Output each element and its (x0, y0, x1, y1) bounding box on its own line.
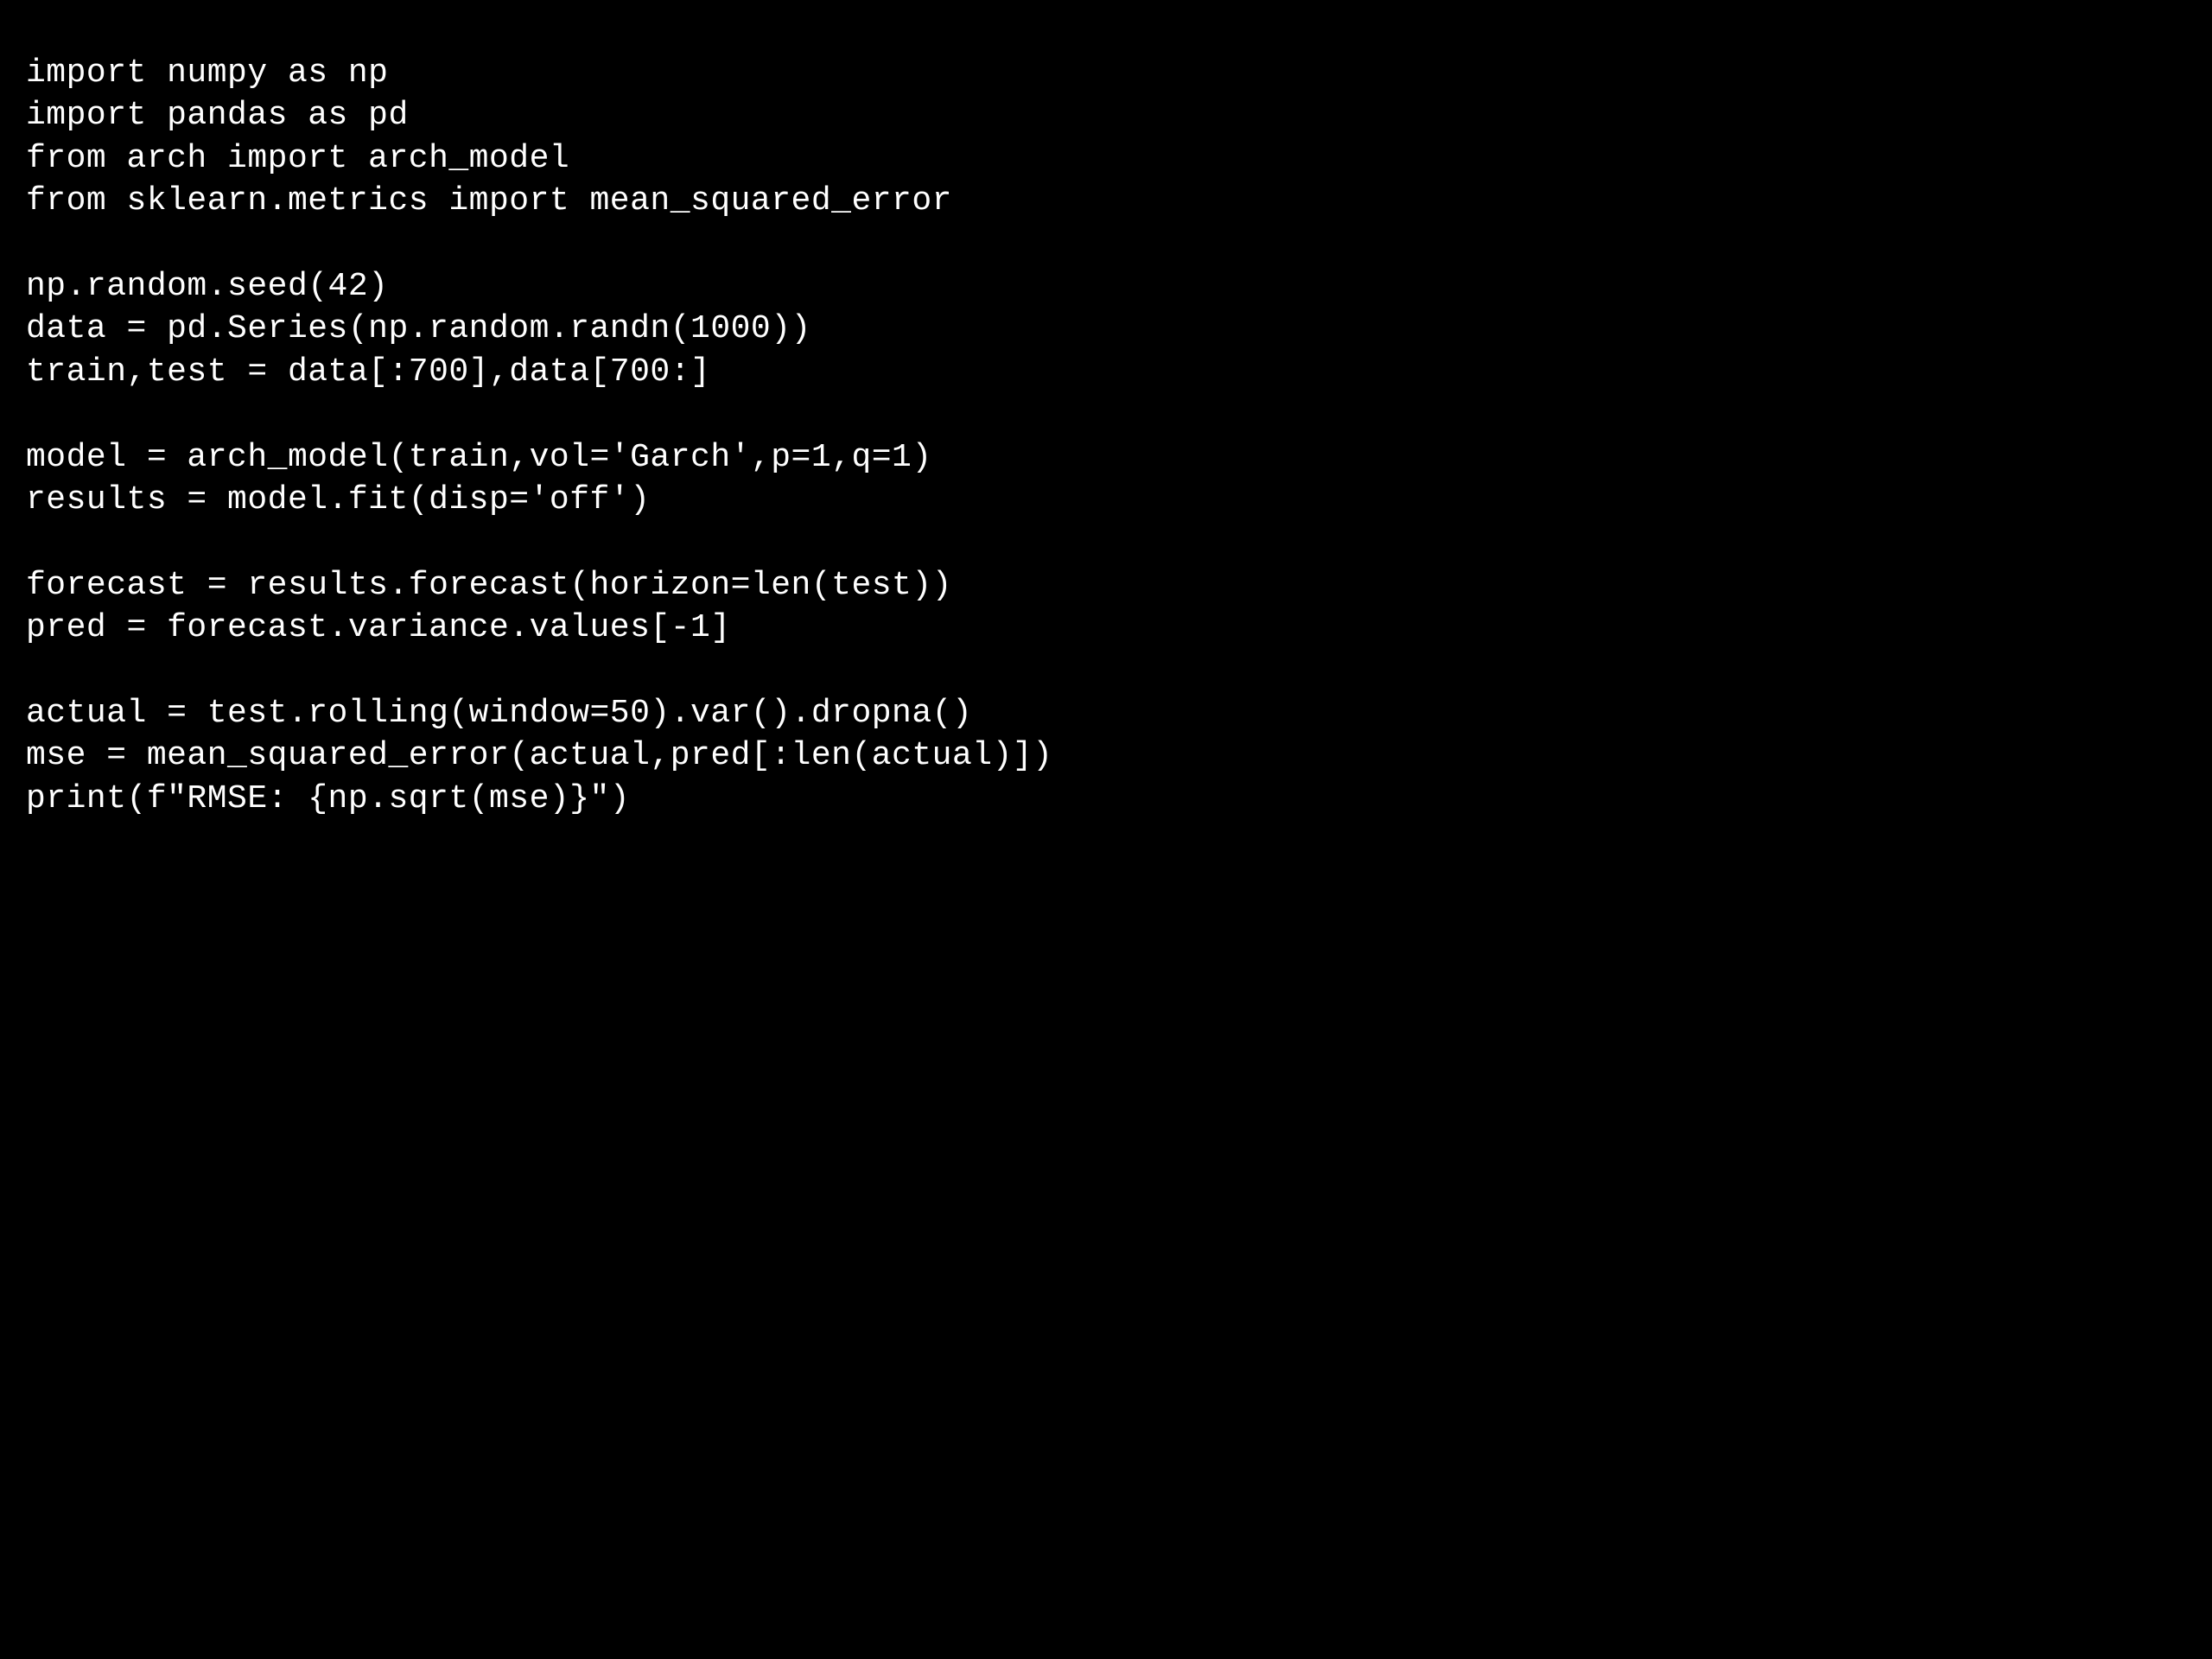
code-line: from arch import arch_model (26, 140, 569, 177)
code-line: train,test = data[:700],data[700:] (26, 353, 710, 391)
code-line: np.random.seed(42) (26, 268, 388, 305)
code-line: print(f"RMSE: {np.sqrt(mse)}") (26, 780, 630, 817)
code-line: mse = mean_squared_error(actual,pred[:le… (26, 737, 1053, 774)
code-line: data = pd.Series(np.random.randn(1000)) (26, 310, 811, 347)
code-line: actual = test.rolling(window=50).var().d… (26, 695, 972, 732)
code-line: from sklearn.metrics import mean_squared… (26, 182, 952, 219)
code-line: import numpy as np (26, 54, 388, 92)
code-line: results = model.fit(disp='off') (26, 481, 650, 518)
code-line: model = arch_model(train,vol='Garch',p=1… (26, 439, 932, 476)
code-line: forecast = results.forecast(horizon=len(… (26, 567, 952, 604)
code-block: import numpy as np import pandas as pd f… (26, 52, 2186, 820)
code-line: import pandas as pd (26, 97, 409, 134)
code-line: pred = forecast.variance.values[-1] (26, 609, 731, 646)
